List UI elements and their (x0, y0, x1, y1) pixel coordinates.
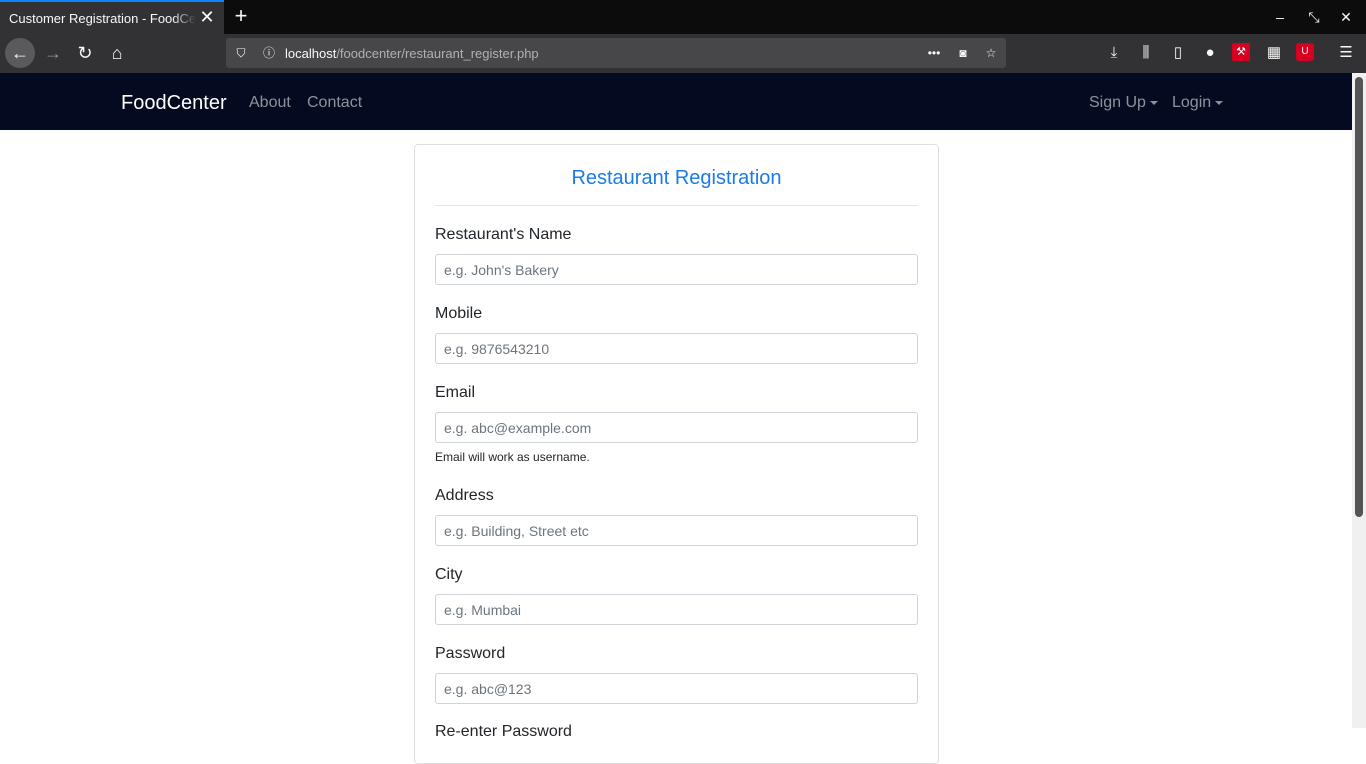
download-icon[interactable]: ⤓ (1104, 43, 1124, 63)
nav-login-dropdown[interactable]: Login (1172, 94, 1224, 112)
city-label: City (435, 566, 463, 583)
email-label: Email (435, 384, 476, 401)
url-bar[interactable]: ⛉ ⓘ localhost/foodcenter/restaurant_regi… (226, 38, 1006, 68)
site-navbar: FoodCenter About Contact Sign Up Login (0, 73, 1352, 130)
library-icon[interactable]: ⫼ (1136, 43, 1156, 63)
minimize-icon[interactable]: – (1270, 7, 1290, 27)
mobile-label: Mobile (435, 305, 483, 322)
home-icon[interactable]: ⌂ (102, 38, 132, 68)
chevron-down-icon (1215, 100, 1224, 105)
forward-icon[interactable]: → (38, 38, 68, 68)
chevron-down-icon (1149, 100, 1158, 105)
form-title: Restaurant Registration (571, 167, 782, 189)
restaurant-name-input[interactable] (435, 254, 918, 285)
restaurant-name-label: Restaurant's Name (435, 226, 572, 243)
ublock-icon[interactable]: U (1296, 43, 1314, 61)
scrollbar-thumb[interactable] (1355, 77, 1363, 517)
nav-about-link[interactable]: About (249, 94, 291, 112)
divider (435, 205, 918, 206)
email-input[interactable] (435, 412, 918, 443)
email-help-text: Email will work as username. (435, 450, 590, 464)
close-tab-icon[interactable]: ✕ (198, 8, 216, 26)
account-icon[interactable]: ● (1200, 43, 1220, 63)
mobile-input[interactable] (435, 333, 918, 364)
browser-toolbar: ← → ↻ ⌂ ⛉ ⓘ localhost/foodcenter/restaur… (0, 34, 1366, 73)
page-scrollbar[interactable] (1352, 73, 1366, 728)
restore-icon[interactable]: ⤡ (1304, 7, 1324, 27)
brand-logo[interactable]: FoodCenter (121, 92, 227, 115)
tab-title-fade (172, 2, 196, 34)
registration-card: Restaurant Registration Restaurant's Nam… (414, 144, 939, 764)
reload-icon[interactable]: ↻ (70, 38, 100, 68)
url-host: localhost (285, 46, 337, 61)
address-input[interactable] (435, 515, 918, 546)
nav-contact-link[interactable]: Contact (307, 94, 362, 112)
url-path: /foodcenter/restaurant_register.php (336, 46, 539, 61)
browser-tab[interactable]: Customer Registration - FoodCenter ✕ (0, 0, 224, 34)
bookmark-star-icon[interactable]: ☆ (983, 45, 999, 61)
password-label: Password (435, 645, 506, 662)
back-icon[interactable]: ← (5, 38, 35, 68)
login-label: Login (1172, 94, 1212, 111)
new-tab-icon[interactable]: + (230, 4, 252, 28)
nav-signup-dropdown[interactable]: Sign Up (1089, 94, 1158, 112)
city-input[interactable] (435, 594, 918, 625)
address-label: Address (435, 487, 494, 504)
page-actions-icon[interactable]: ••• (926, 45, 942, 61)
shield-icon[interactable]: ⛉ (233, 45, 249, 61)
extension-grid-icon[interactable]: ▦ (1264, 43, 1284, 63)
password-input[interactable] (435, 673, 918, 704)
info-icon[interactable]: ⓘ (261, 45, 277, 61)
signup-label: Sign Up (1089, 94, 1146, 111)
confirm-password-label: Re-enter Password (435, 723, 572, 740)
menu-icon[interactable]: ☰ (1336, 43, 1356, 63)
browser-tab-bar: Customer Registration - FoodCenter ✕ + –… (0, 0, 1366, 34)
url-text: localhost/foodcenter/restaurant_register… (285, 46, 539, 61)
window-close-icon[interactable]: ✕ (1336, 7, 1356, 27)
sidebar-icon[interactable]: ▯ (1168, 43, 1188, 63)
pocket-icon[interactable]: ◙ (955, 45, 971, 61)
extension-icon[interactable]: ⚒ (1232, 43, 1250, 61)
tab-title: Customer Registration - FoodCenter (9, 11, 195, 26)
